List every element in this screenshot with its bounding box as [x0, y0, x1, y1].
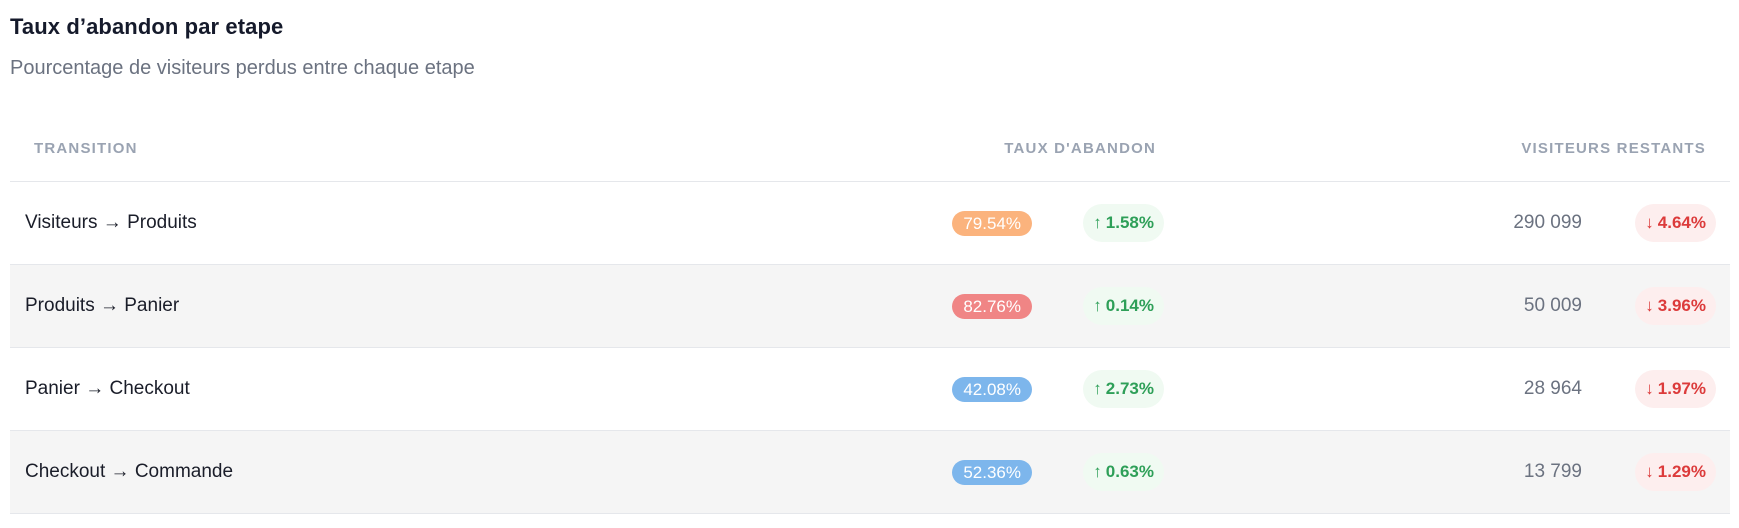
rate-change-value: 1.58%	[1105, 213, 1154, 232]
transition-label: Produits → Panier	[25, 295, 180, 316]
table-header: TRANSITION TAUX D'ABANDON VISITEURS REST…	[10, 114, 1730, 182]
transition-label: Checkout → Commande	[25, 461, 234, 482]
table-row[interactable]: Checkout → Commande 52.36% ↑ 0.63% 13 799…	[10, 431, 1730, 514]
table-row[interactable]: Produits → Panier 82.76% ↑ 0.14% 50 009 ↓…	[10, 265, 1730, 348]
column-header-transition[interactable]: TRANSITION	[34, 140, 138, 157]
abandon-rate-badge: 52.36%	[952, 460, 1032, 485]
arrow-up-icon: ↑	[1093, 213, 1102, 232]
remaining-visitors-count: 50 009	[1523, 295, 1582, 316]
transition-label: Visiteurs → Produits	[25, 212, 197, 233]
arrow-up-icon: ↑	[1093, 296, 1102, 315]
visitors-change-badge: ↓ 1.29%	[1635, 453, 1716, 491]
transition-label: Panier → Checkout	[25, 378, 190, 399]
visitors-change-value: 3.96%	[1657, 296, 1706, 315]
rate-change-badge: ↑ 0.14%	[1083, 287, 1164, 325]
column-header-abandon-rate[interactable]: TAUX D'ABANDON	[1004, 140, 1156, 157]
arrow-down-icon: ↓	[1645, 213, 1654, 232]
rate-change-badge: ↑ 1.58%	[1083, 204, 1164, 242]
visitors-change-value: 1.97%	[1657, 379, 1706, 398]
arrow-down-icon: ↓	[1645, 296, 1654, 315]
visitors-change-value: 4.64%	[1657, 213, 1706, 232]
visitors-change-badge: ↓ 1.97%	[1635, 370, 1716, 408]
card-title: Taux d’abandon par etape	[10, 14, 284, 39]
visitors-change-badge: ↓ 4.64%	[1635, 204, 1716, 242]
abandon-rate-badge: 42.08%	[952, 377, 1032, 402]
table-row[interactable]: Panier → Checkout 42.08% ↑ 2.73% 28 964 ↓…	[10, 348, 1730, 431]
rate-change-badge: ↑ 2.73%	[1083, 370, 1164, 408]
column-header-remaining-visitors[interactable]: VISITEURS RESTANTS	[1521, 140, 1706, 157]
remaining-visitors-count: 28 964	[1523, 378, 1582, 399]
visitors-change-value: 1.29%	[1657, 462, 1706, 481]
arrow-down-icon: ↓	[1645, 379, 1654, 398]
abandonment-table: TRANSITION TAUX D'ABANDON VISITEURS REST…	[10, 114, 1730, 514]
abandonment-card: Taux d’abandon par etape Pourcentage de …	[0, 0, 1739, 528]
remaining-visitors-count: 13 799	[1523, 461, 1582, 482]
rate-change-value: 2.73%	[1105, 379, 1154, 398]
rate-change-badge: ↑ 0.63%	[1083, 453, 1164, 491]
card-subtitle: Pourcentage de visiteurs perdus entre ch…	[10, 57, 475, 79]
rate-change-value: 0.14%	[1105, 296, 1154, 315]
arrow-up-icon: ↑	[1093, 462, 1102, 481]
table-row[interactable]: Visiteurs → Produits 79.54% ↑ 1.58% 290 0…	[10, 182, 1730, 265]
arrow-up-icon: ↑	[1093, 379, 1102, 398]
remaining-visitors-count: 290 099	[1513, 212, 1582, 233]
visitors-change-badge: ↓ 3.96%	[1635, 287, 1716, 325]
abandon-rate-badge: 79.54%	[952, 211, 1032, 236]
rate-change-value: 0.63%	[1105, 462, 1154, 481]
arrow-down-icon: ↓	[1645, 462, 1654, 481]
abandon-rate-badge: 82.76%	[952, 294, 1032, 319]
